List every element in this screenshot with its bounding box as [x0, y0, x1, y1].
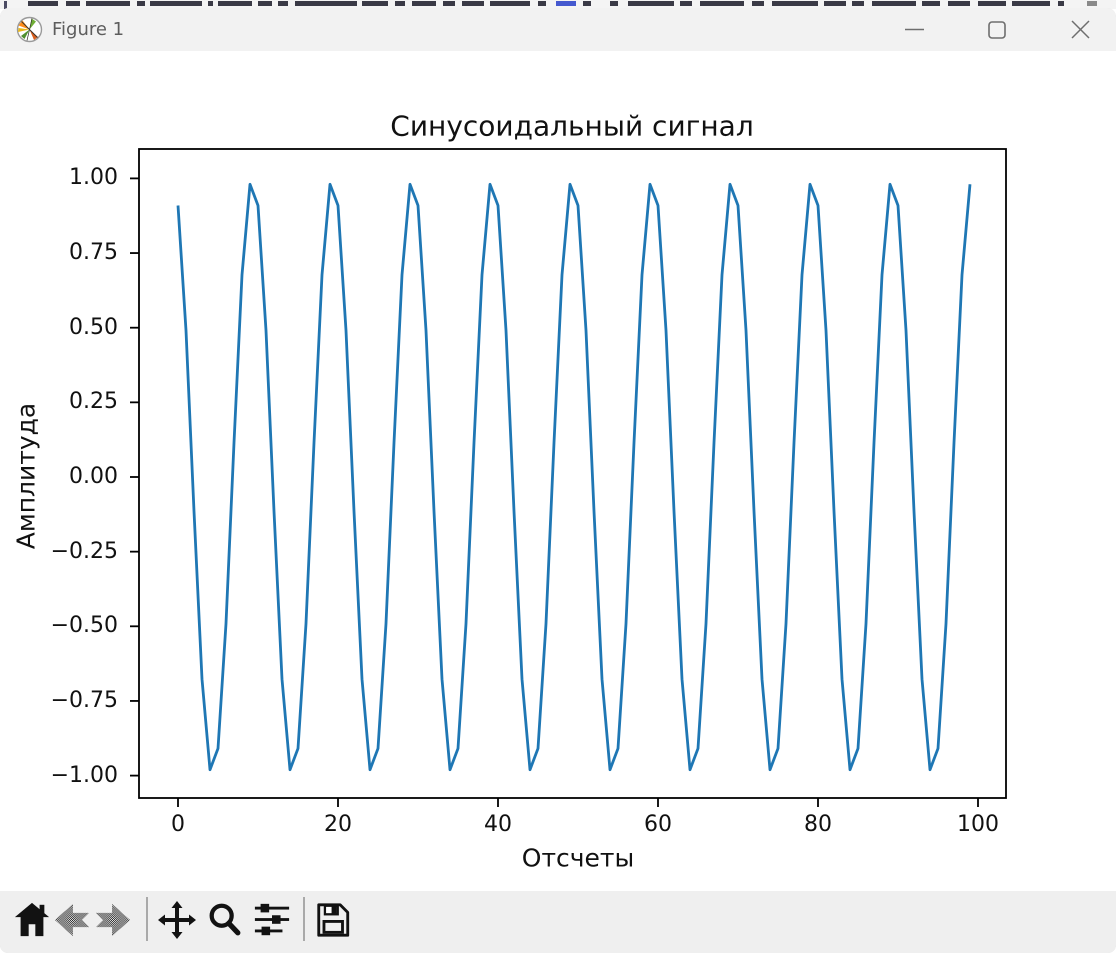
- pan-button[interactable]: [153, 895, 201, 945]
- x-axis-label: Отсчеты: [522, 844, 634, 873]
- y-tick-label: −0.50: [8, 613, 118, 639]
- x-tick-label: 40: [458, 811, 538, 839]
- navigation-toolbar: [0, 891, 1116, 953]
- y-tick-label: −0.25: [8, 539, 118, 565]
- home-icon: [13, 901, 51, 939]
- x-tick-label: 60: [618, 811, 698, 839]
- figure-canvas[interactable]: Синусоидальный сигнал Отсчеты Амплитуда …: [0, 51, 1116, 891]
- zoom-button[interactable]: [201, 895, 249, 945]
- y-tick-label: 0.75: [8, 240, 118, 266]
- maximize-button[interactable]: [968, 8, 1026, 51]
- y-tick-label: 0.50: [8, 315, 118, 341]
- zoom-to-rect-icon: [206, 901, 244, 939]
- x-tick-label: 100: [938, 811, 1018, 839]
- y-tick-label: 0.00: [8, 464, 118, 490]
- maximize-icon: [988, 21, 1006, 39]
- close-icon: [1071, 20, 1090, 39]
- line-chart: [0, 51, 1116, 891]
- save-button[interactable]: [309, 895, 357, 945]
- y-tick-label: −1.00: [8, 763, 118, 789]
- save-icon: [314, 901, 352, 939]
- y-tick-label: 0.25: [8, 389, 118, 415]
- screen: Figure 1 Синусоидальный сигнал: [0, 0, 1116, 953]
- pan-icon: [157, 900, 197, 940]
- signal-line: [178, 184, 970, 769]
- y-tick-label: −0.75: [8, 688, 118, 714]
- window-title: Figure 1: [52, 8, 124, 51]
- x-tick-label: 0: [138, 811, 218, 839]
- x-tick-label: 20: [298, 811, 378, 839]
- y-tick-label: 1.00: [8, 165, 118, 191]
- back-arrow-icon: [53, 901, 91, 939]
- forward-button[interactable]: [89, 895, 137, 945]
- configure-subplots-icon: [253, 901, 291, 939]
- matplotlib-logo-icon: [16, 16, 43, 43]
- close-button[interactable]: [1051, 8, 1109, 51]
- titlebar[interactable]: Figure 1: [0, 8, 1116, 51]
- toolbar-separator: [146, 897, 148, 941]
- toolbar-separator: [303, 897, 305, 941]
- x-tick-label: 80: [778, 811, 858, 839]
- minimize-icon: [905, 20, 924, 39]
- axes-frame: [139, 149, 1006, 798]
- subplots-button[interactable]: [248, 895, 296, 945]
- figure-window: Figure 1 Синусоидальный сигнал: [0, 8, 1116, 953]
- minimize-button[interactable]: [885, 8, 943, 51]
- forward-arrow-icon: [94, 901, 132, 939]
- chart-title: Синусоидальный сигнал: [390, 110, 753, 143]
